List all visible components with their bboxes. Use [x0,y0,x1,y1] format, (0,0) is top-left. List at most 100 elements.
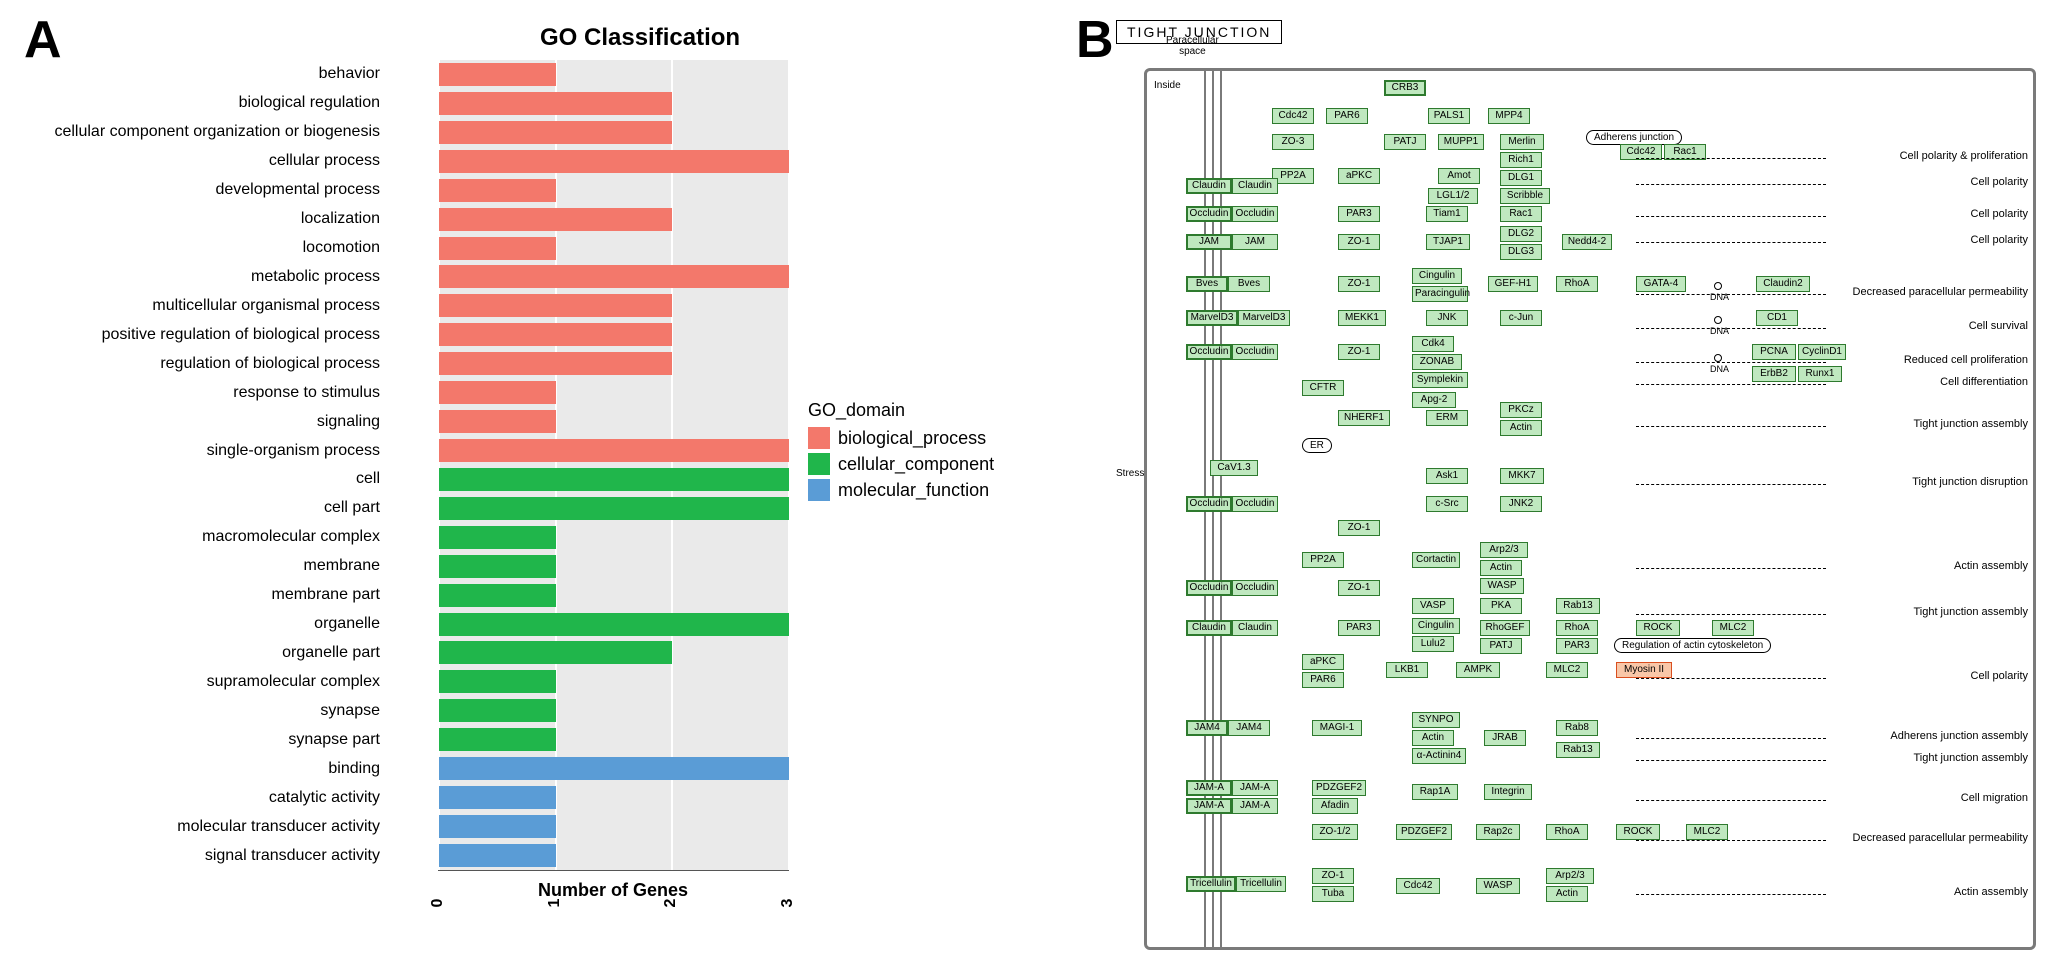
gene-box: Nedd4-2 [1562,234,1612,250]
gene-box: Bves [1186,276,1228,292]
outcome-arrow [1636,184,1826,185]
panel-label-A: A [24,10,62,70]
gene-box: Tuba [1312,886,1354,902]
y-tick-label: organelle [20,615,380,633]
gene-box: ZO-3 [1272,134,1314,150]
gene-box: PKCz [1500,402,1542,418]
gene-box: MAGI-1 [1312,720,1362,736]
gene-box: Claudin [1232,178,1278,194]
gene-box: Amot [1438,168,1480,184]
outcome-arrow [1636,894,1826,895]
outcome-arrow [1636,328,1826,329]
gene-box: Tricellulin [1186,876,1236,892]
y-tick-label: metabolic process [20,268,380,286]
gene-box: Rap1A [1412,784,1458,800]
gene-box: Integrin [1484,784,1532,800]
gene-box: Ask1 [1426,468,1468,484]
bar [439,844,556,867]
gene-box: PALS1 [1428,108,1470,124]
gene-box: Occludin [1232,344,1278,360]
outcome-label: Decreased paracellular permeability [1853,286,2028,298]
y-tick-label: biological regulation [20,94,380,112]
gene-box: PP2A [1272,168,1314,184]
chart-title: GO Classification [540,24,740,52]
bar [439,208,672,231]
kegg-pathway-map: TIGHT JUNCTION Paracellularspace Inside … [1116,20,2036,950]
y-tick-label: positive regulation of biological proces… [20,326,380,344]
gene-box: α-Actinin4 [1412,748,1466,764]
gene-box: Claudin [1232,620,1278,636]
gene-box: Cingulin [1412,618,1460,634]
gene-box: PDZGEF2 [1312,780,1366,796]
gene-box: DLG2 [1500,226,1542,242]
gene-box: TJAP1 [1426,234,1470,250]
er-bubble: ER [1302,438,1332,453]
gene-box: ZONAB [1412,354,1462,370]
bar [439,352,672,375]
gene-box: VASP [1412,598,1454,614]
adherens-junction-bubble: Adherens junction [1586,130,1682,145]
bar [439,121,672,144]
legend-item: cellular_component [838,454,994,475]
outcome-label: Cell polarity [1971,208,2028,220]
gene-box: Rab13 [1556,742,1600,758]
gene-box: Occludin [1232,496,1278,512]
gene-box: Rap2c [1476,824,1520,840]
outcome-arrow [1636,800,1826,801]
y-tick-label: cellular component organization or bioge… [20,123,380,141]
outcome-label: Tight junction assembly [1913,418,2028,430]
gene-box: PKA [1480,598,1522,614]
y-tick-label: catalytic activity [20,789,380,807]
gene-box: WASP [1480,578,1524,594]
paracellular-label: Paracellularspace [1166,36,1219,57]
gene-box: CaV1.3 [1210,460,1258,476]
gene-box: CyclinD1 [1798,344,1846,360]
outcome-label: Cell polarity [1971,176,2028,188]
gene-box: MKK7 [1500,468,1544,484]
bar [439,641,672,664]
outcome-arrow [1636,426,1826,427]
gene-box: Tricellulin [1236,876,1286,892]
gene-box: Occludin [1186,344,1232,360]
outcome-label: Cell polarity & proliferation [1900,150,2028,162]
gene-box: JAM-A [1186,798,1232,814]
gene-box: ZO-1/2 [1312,824,1358,840]
gene-box: Myosin II [1616,662,1672,678]
gene-box: Arp2/3 [1546,868,1594,884]
gene-box: LKB1 [1386,662,1428,678]
bar [439,699,556,722]
gene-box: JAM [1186,234,1232,250]
y-tick-label: localization [20,210,380,228]
gene-box: AMPK [1456,662,1500,678]
gene-box: Tiam1 [1426,206,1468,222]
gene-box: PAR3 [1338,620,1380,636]
gene-box: Actin [1500,420,1542,436]
y-tick-label: binding [20,760,380,778]
bar [439,410,556,433]
y-tick-label: synapse [20,702,380,720]
y-tick-label: signaling [20,413,380,431]
outcome-arrow [1636,760,1826,761]
panel-label-B: B [1076,10,1114,70]
gene-box: MPP4 [1488,108,1530,124]
gene-box: GATA-4 [1636,276,1686,292]
gene-box: PATJ [1480,638,1522,654]
gene-box: Symplekin [1412,372,1468,388]
y-tick-label: developmental process [20,181,380,199]
y-tick-label: multicellular organismal process [20,297,380,315]
gene-box: Occludin [1232,206,1278,222]
gene-box: Claudin [1186,178,1232,194]
gene-box: MEKK1 [1338,310,1386,326]
outcome-label: Cell differentiation [1940,376,2028,388]
gene-box: DLG3 [1500,244,1542,260]
gene-box: GEF-H1 [1488,276,1538,292]
bar [439,179,556,202]
gene-box: PAR3 [1338,206,1380,222]
outcome-arrow [1636,362,1826,363]
gene-box: Rich1 [1500,152,1542,168]
gene-box: Paracingulin [1412,286,1468,302]
gene-box: JNK [1426,310,1468,326]
gene-box: Cdk4 [1412,336,1454,352]
gene-box: Cingulin [1412,268,1462,284]
gene-box: MarvelD3 [1238,310,1290,326]
